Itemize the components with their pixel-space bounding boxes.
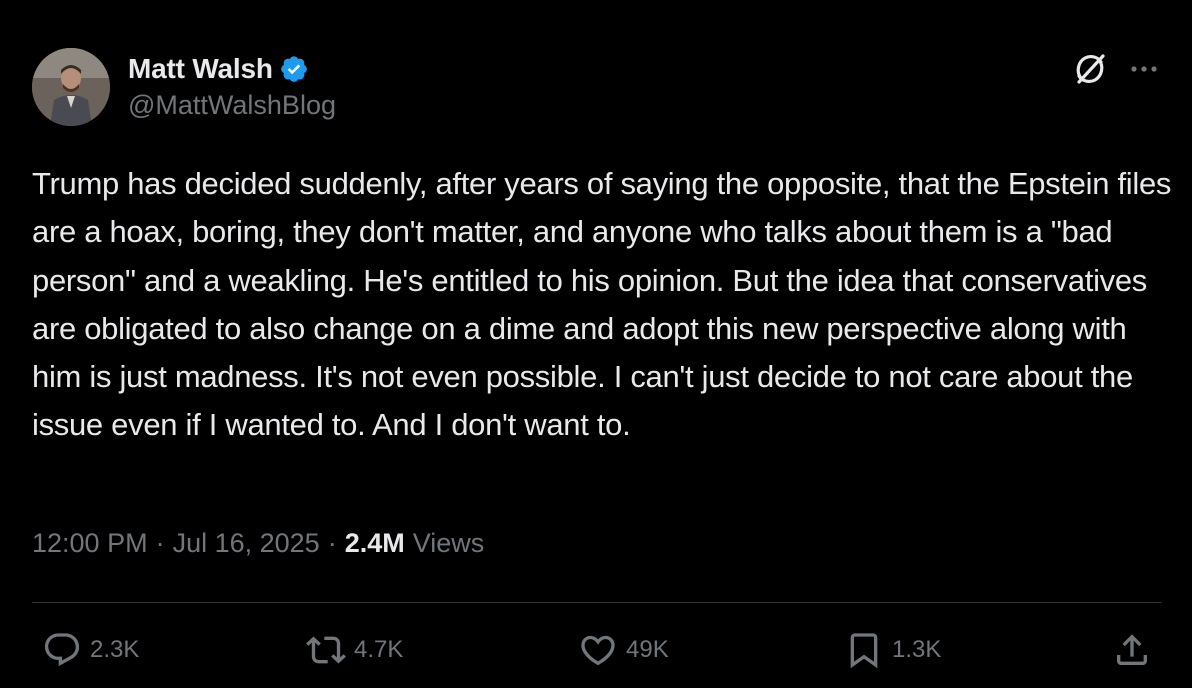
share-icon [1117, 634, 1147, 665]
verified-badge-icon[interactable] [279, 54, 309, 84]
author-display-name[interactable]: Matt Walsh [128, 53, 273, 85]
bookmark-button[interactable]: 1.3K [844, 630, 941, 670]
author-handle[interactable]: @MattWalshBlog [128, 90, 336, 121]
divider [32, 602, 1162, 603]
views-label: Views [412, 528, 485, 558]
meta-separator: · [155, 528, 165, 558]
avatar[interactable] [32, 48, 110, 126]
meta-separator: · [327, 528, 337, 558]
more-icon[interactable] [1126, 52, 1162, 86]
avatar-image [32, 48, 110, 126]
tweet: Matt Walsh @MattWalshBlog Trump has deci… [0, 0, 1192, 688]
reply-count: 2.3K [90, 636, 140, 663]
reply-icon [44, 633, 80, 667]
tweet-time[interactable]: 12:00 PM [32, 528, 148, 559]
bookmark-icon [850, 633, 878, 669]
tweet-text: Trump has decided suddenly, after years … [32, 166, 1172, 443]
like-count: 49K [626, 636, 669, 663]
like-button[interactable]: 49K [578, 630, 669, 670]
views-count: 2.4M [344, 528, 405, 558]
repost-count: 4.7K [354, 636, 404, 663]
grok-icon[interactable] [1073, 52, 1107, 86]
repost-button[interactable]: 4.7K [306, 630, 403, 670]
heart-icon [581, 635, 615, 666]
tweet-date[interactable]: Jul 16, 2025 [173, 528, 320, 559]
share-button[interactable] [1112, 630, 1152, 670]
bookmark-count: 1.3K [892, 636, 942, 663]
tweet-meta: 12:00 PM · Jul 16, 2025 · 2.4M Views [32, 528, 484, 559]
repost-icon [306, 636, 346, 664]
reply-button[interactable]: 2.3K [42, 630, 139, 670]
author-name-row: Matt Walsh [128, 50, 309, 88]
